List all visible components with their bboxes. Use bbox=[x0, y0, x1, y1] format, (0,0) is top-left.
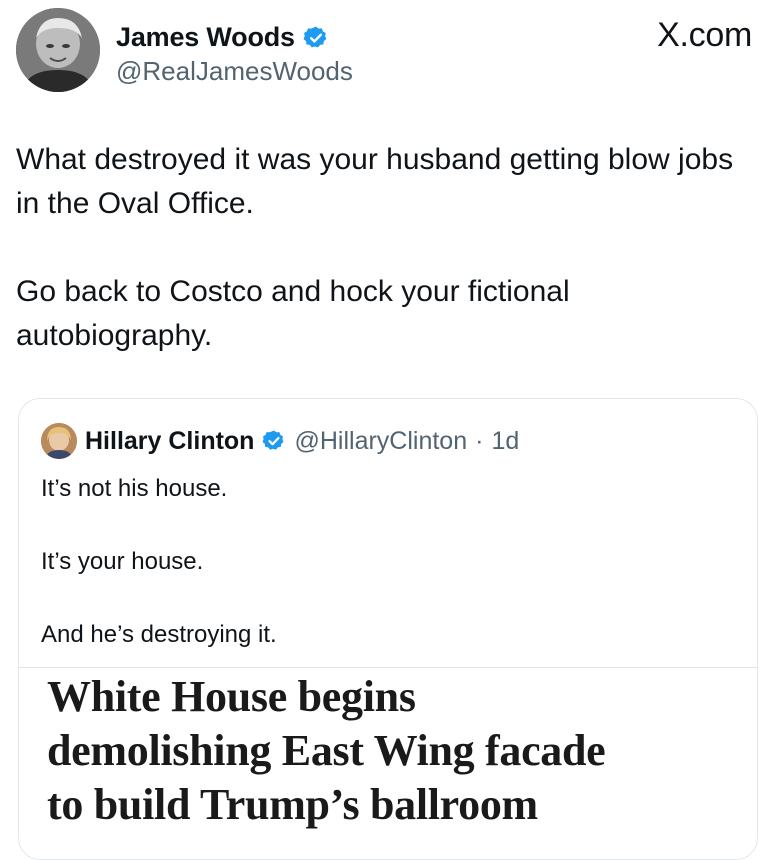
quoted-tweet-card[interactable]: Hillary Clinton @HillaryClinton · 1d It’… bbox=[18, 398, 758, 860]
quoted-tweet-header: Hillary Clinton @HillaryClinton · 1d bbox=[41, 423, 519, 459]
verified-badge-icon bbox=[303, 25, 329, 51]
headline-line: to build Trump’s ballroom bbox=[47, 780, 538, 829]
verified-badge-icon bbox=[262, 429, 286, 453]
news-headline: White House begins demolishing East Wing… bbox=[47, 670, 747, 832]
headline-line: demolishing East Wing facade bbox=[47, 726, 606, 775]
quoted-author-display-name[interactable]: Hillary Clinton bbox=[85, 427, 254, 456]
quoted-tweet-line: It’s your house. bbox=[41, 548, 204, 575]
quoted-tweet-text: It’s not his house. It’s your house. And… bbox=[41, 471, 741, 690]
site-watermark: X.com bbox=[657, 16, 752, 54]
tweet-card: James Woods @RealJamesWoods X.com What d… bbox=[0, 0, 768, 860]
quoted-tweet-line: It’s not his house. bbox=[41, 475, 228, 502]
news-headline-image[interactable]: White House begins demolishing East Wing… bbox=[19, 667, 757, 859]
tweet-text: What destroyed it was your husband getti… bbox=[16, 138, 746, 358]
quoted-author-avatar[interactable] bbox=[41, 423, 77, 459]
quoted-author-handle[interactable]: @HillaryClinton bbox=[294, 427, 467, 456]
headline-line: White House begins bbox=[47, 672, 416, 721]
tweet-paragraph: What destroyed it was your husband getti… bbox=[16, 143, 734, 220]
author-avatar-photo-icon bbox=[16, 8, 100, 92]
author-display-name[interactable]: James Woods bbox=[116, 22, 295, 53]
tweet-header: James Woods @RealJamesWoods X.com bbox=[16, 8, 756, 94]
quoted-tweet-line: And he’s destroying it. bbox=[41, 621, 277, 648]
quoted-tweet-timestamp[interactable]: 1d bbox=[491, 427, 519, 456]
tweet-paragraph: Go back to Costco and hock your fictiona… bbox=[16, 275, 570, 352]
author-avatar[interactable] bbox=[16, 8, 100, 92]
author-name-row: James Woods bbox=[116, 22, 329, 53]
author-handle[interactable]: @RealJamesWoods bbox=[116, 56, 353, 87]
dot-separator: · bbox=[475, 426, 484, 455]
quoted-author-avatar-photo-icon bbox=[41, 423, 77, 459]
